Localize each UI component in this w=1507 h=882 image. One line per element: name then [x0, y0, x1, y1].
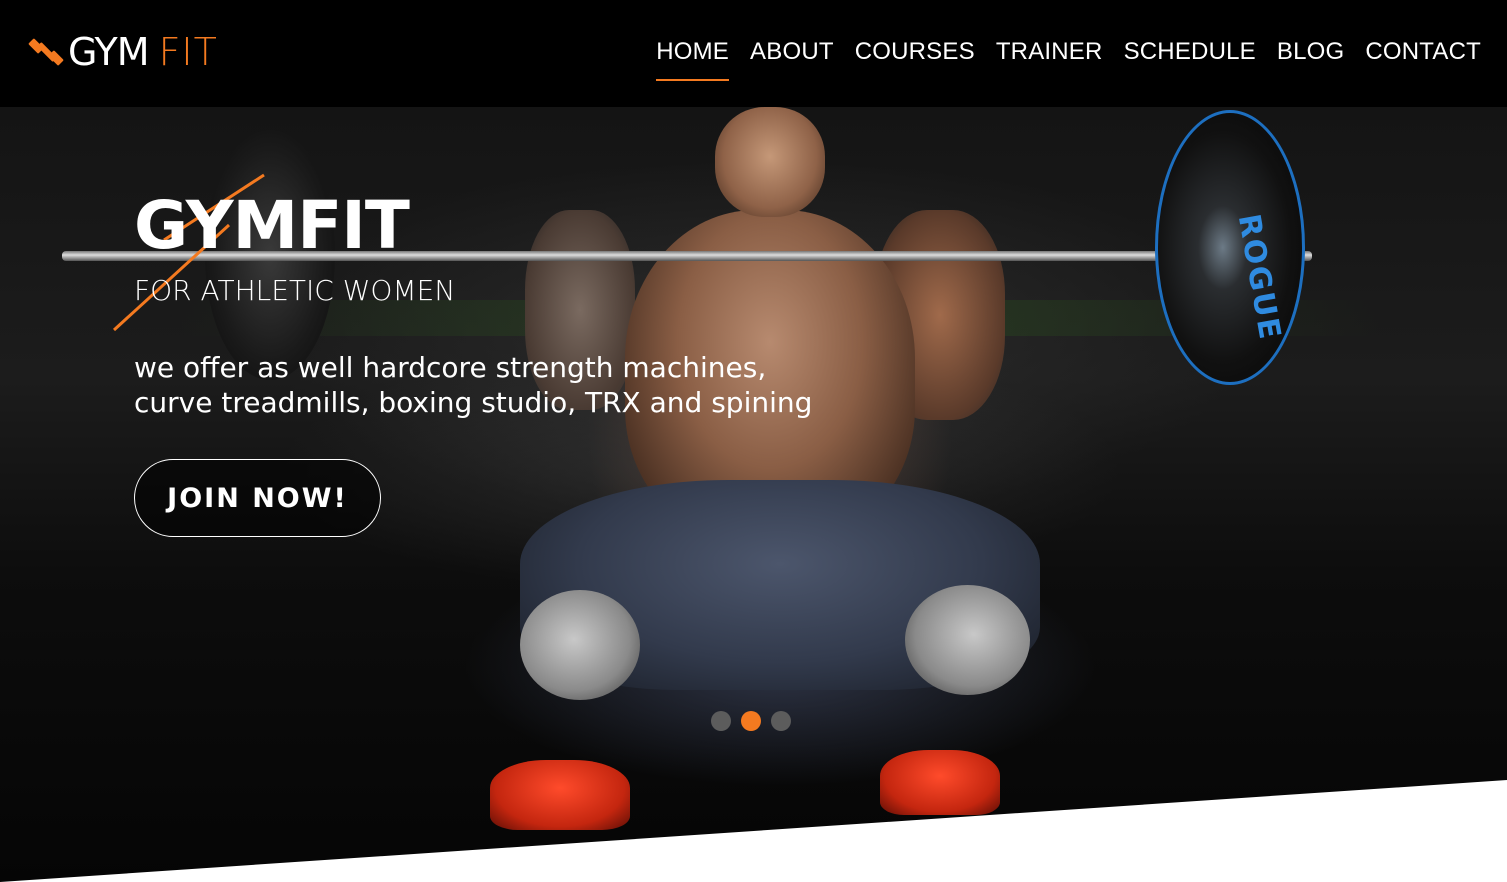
hero-subtitle: FOR ATHLETIC WOMEN	[134, 274, 456, 307]
nav-item-blog[interactable]: BLOG	[1277, 36, 1345, 68]
logo[interactable]: GYM FIT	[28, 30, 218, 74]
main-nav: HOME ABOUT COURSES TRAINER SCHEDULE BLOG…	[656, 36, 1481, 81]
knee-sleeve-right	[905, 585, 1030, 695]
slider-dot-2[interactable]	[741, 711, 761, 731]
lifter-head	[715, 107, 825, 217]
nav-item-contact[interactable]: CONTACT	[1365, 36, 1481, 68]
slider-dot-1[interactable]	[711, 711, 731, 731]
site-header: GYM FIT HOME ABOUT COURSES TRAINER SCHED…	[0, 0, 1507, 107]
hero-section: ROGUE GYMFIT FOR ATHLETIC WOMEN we offer…	[0, 0, 1507, 882]
nav-item-trainer[interactable]: TRAINER	[996, 36, 1103, 68]
nav-item-schedule[interactable]: SCHEDULE	[1124, 36, 1256, 68]
slider-dot-3[interactable]	[771, 711, 791, 731]
section-divider	[0, 780, 1507, 882]
hero-description-line-1: we offer as well hardcore strength machi…	[134, 351, 767, 384]
nav-item-courses[interactable]: COURSES	[855, 36, 975, 68]
nav-item-home[interactable]: HOME	[656, 36, 729, 81]
hero-title: GYMFIT	[134, 187, 410, 264]
barbell-plate-right	[1155, 110, 1305, 385]
nav-item-about[interactable]: ABOUT	[750, 36, 834, 68]
dumbbell-icon	[28, 38, 64, 66]
join-now-button[interactable]: JOIN NOW!	[134, 459, 381, 537]
hero-description: we offer as well hardcore strength machi…	[134, 350, 834, 420]
knee-sleeve-left	[520, 590, 640, 700]
hero-description-line-2: curve treadmills, boxing studio, TRX and…	[134, 386, 813, 419]
logo-text-primary: GYM	[68, 30, 150, 74]
logo-text-secondary: FIT	[158, 30, 218, 74]
slider-dots	[711, 711, 791, 731]
